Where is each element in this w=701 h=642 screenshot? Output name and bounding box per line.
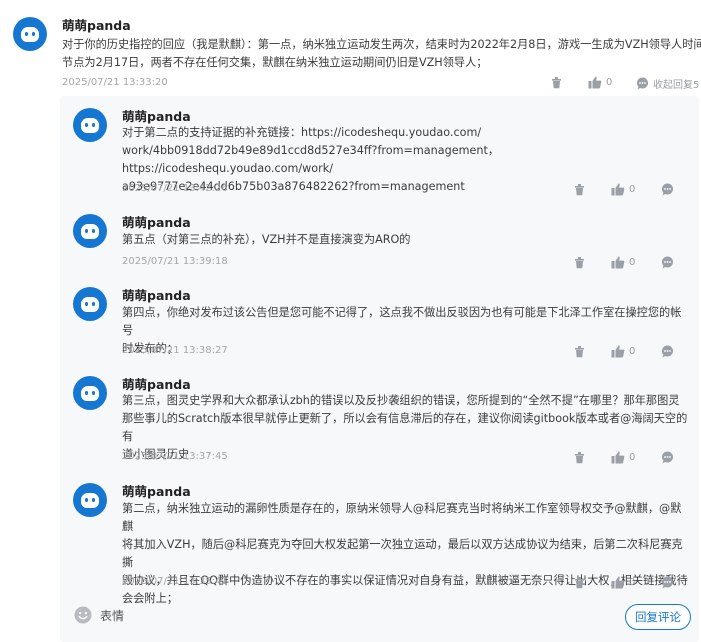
reply-button[interactable]	[661, 256, 674, 269]
thumbs-up-icon	[611, 576, 625, 589]
delete-button[interactable]	[550, 76, 563, 89]
avatar-icon	[81, 224, 99, 239]
reply-time: 2025/07/21 13:38:27	[122, 345, 228, 356]
thumbs-up-icon	[611, 256, 625, 269]
comment-text: 对于你的历史指控的回应（我是默麒）：第一点，纳米独立运动发生两次，结束时为202…	[62, 36, 701, 72]
thumbs-up-icon	[611, 183, 625, 196]
avatar-icon	[81, 386, 99, 401]
reply-time: 2025/07/21 13:37:45	[122, 451, 228, 462]
like-count: 0	[629, 577, 636, 588]
comment-icon	[662, 256, 673, 269]
like-count: 0	[629, 257, 636, 268]
like-button[interactable]: 0	[588, 76, 612, 89]
avatar[interactable]	[73, 287, 107, 321]
delete-button[interactable]	[573, 576, 586, 589]
comment-icon	[662, 576, 673, 589]
reply-text: 第二点，纳米独立运动的漏卵性质是存在的，原纳米领导人@科尼赛克当时将纳米工作室领…	[122, 500, 692, 608]
collapse-replies-button[interactable]: 收起回复5	[636, 76, 699, 91]
avatar[interactable]	[73, 108, 107, 142]
thumbs-up-icon	[588, 76, 602, 89]
reply-button[interactable]	[661, 576, 674, 589]
reply-button[interactable]	[661, 345, 674, 358]
emoji-button[interactable]: 表情	[74, 606, 124, 624]
reply-text-line: 那些事儿的Scratch版本很早就停止更新了，所以会有信息滞后的存在，建议你阅读…	[122, 412, 688, 443]
like-count: 0	[606, 77, 613, 88]
smile-icon	[74, 606, 92, 624]
comment-icon	[662, 451, 673, 464]
delete-button[interactable]	[573, 451, 586, 464]
avatar[interactable]	[73, 214, 107, 248]
thumbs-up-icon	[611, 345, 625, 358]
reply-text-line: 将其加入VZH，随后@科尼赛克为夺回大权发起第一次独立运动，最后以双方达成协议为…	[122, 538, 683, 569]
reply-button[interactable]	[661, 451, 674, 464]
comment-time: 2025/07/21 13:33:20	[62, 77, 168, 88]
reply-text-line: 第三点，图灵史学界和大众都承认zbh的错误以及反抄袭组织的错误，您所提到的“全然…	[122, 394, 680, 407]
comment-icon	[637, 77, 648, 90]
avatar-icon	[81, 493, 99, 508]
comment-author[interactable]: 萌萌panda	[62, 15, 131, 34]
reply-author[interactable]: 萌萌panda	[122, 481, 191, 500]
reply-author[interactable]: 萌萌panda	[122, 374, 191, 393]
comment-text-line: 节点为2月17日，两者不存在任何交集，默麒在纳米独立运动期间仍旧是VZH领导人；	[62, 56, 488, 69]
reply-text-line: 第四点，你绝对发布过该公告但是您可能不记得了，这点我不做出反驳因为也有可能是下北…	[122, 306, 682, 337]
trash-icon	[575, 257, 584, 269]
reply-time: 2025/07/21 13:42:26	[122, 183, 228, 194]
reply-text-line: 第二点，纳米独立运动的漏卵性质是存在的，原纳米领导人@科尼赛克当时将纳米工作室领…	[122, 502, 682, 533]
reply-composer-bar: 表情 回复评论	[60, 596, 699, 642]
avatar[interactable]	[73, 483, 107, 517]
like-button[interactable]: 0	[611, 345, 635, 358]
trash-icon	[575, 452, 584, 464]
comment-icon	[662, 183, 673, 196]
avatar[interactable]	[73, 376, 107, 410]
avatar-icon	[81, 297, 99, 312]
avatar-icon	[21, 27, 39, 42]
reply-author[interactable]: 萌萌panda	[122, 285, 191, 304]
delete-button[interactable]	[573, 183, 586, 196]
trash-icon	[552, 77, 561, 89]
reply-time: 2025/07/21 13:39:18	[122, 256, 228, 267]
reply-author[interactable]: 萌萌panda	[122, 106, 191, 125]
delete-button[interactable]	[573, 345, 586, 358]
emoji-label: 表情	[100, 608, 125, 623]
like-button[interactable]: 0	[611, 256, 635, 269]
trash-icon	[575, 346, 584, 358]
reply-button[interactable]	[661, 183, 674, 196]
collapse-replies-label: 收起回复5	[653, 80, 700, 91]
reply-author[interactable]: 萌萌panda	[122, 212, 191, 231]
reply-text: 第五点（对第三点的补充），VZH并不是直接演变为ARO的	[122, 231, 692, 249]
reply-time: 2025/07/21 13:35:41	[122, 576, 228, 587]
like-count: 0	[629, 346, 636, 357]
trash-icon	[575, 184, 584, 196]
avatar-icon	[81, 118, 99, 133]
reply-text-line: 第五点（对第三点的补充），VZH并不是直接演变为ARO的	[122, 233, 411, 246]
reply-text-line: 对于第二点的支持证据的补充链接：https://icodeshequ.youda…	[122, 126, 482, 139]
thumbs-up-icon	[611, 451, 625, 464]
reply-text-line: work/4bb0918dd72b49e89d1ccd8d527e34ff?fr…	[122, 144, 500, 175]
like-button[interactable]: 0	[611, 451, 635, 464]
like-button[interactable]: 0	[611, 576, 635, 589]
trash-icon	[575, 577, 584, 589]
comment-text-line: 对于你的历史指控的回应（我是默麒）：第一点，纳米独立运动发生两次，结束时为202…	[62, 38, 701, 51]
like-count: 0	[629, 452, 636, 463]
like-count: 0	[629, 184, 636, 195]
delete-button[interactable]	[573, 256, 586, 269]
reply-comment-button[interactable]: 回复评论	[625, 604, 691, 630]
avatar[interactable]	[13, 17, 47, 51]
like-button[interactable]: 0	[611, 183, 635, 196]
comment-icon	[662, 345, 673, 358]
